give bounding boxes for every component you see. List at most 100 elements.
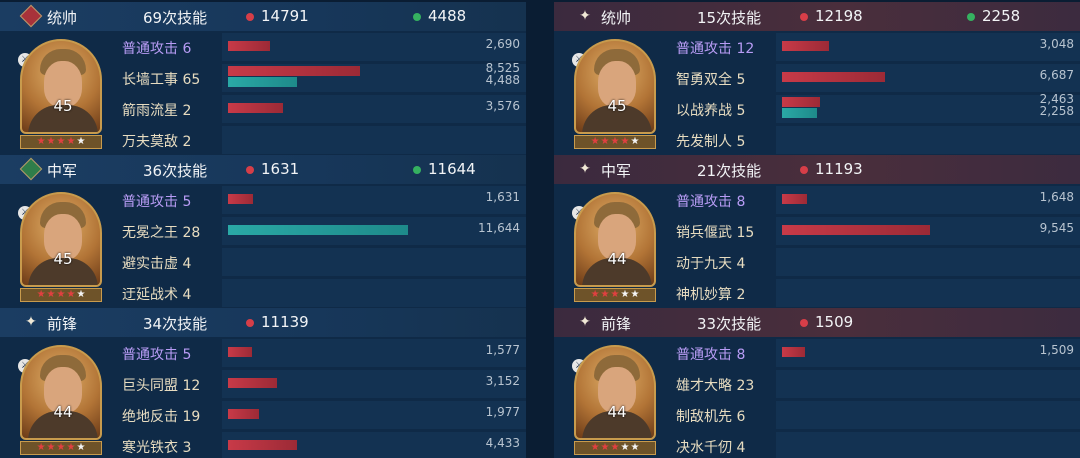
damage-bar (228, 66, 360, 76)
star-icon: ★ (36, 136, 46, 147)
hero-portrait[interactable]: 44 (20, 345, 102, 440)
skill-row: 先发制人 5 (666, 124, 1080, 155)
damage-total: 11193 (815, 160, 863, 178)
star-icon: ★ (620, 442, 630, 453)
skill-row: 制敌机先 6 (666, 399, 1080, 430)
skill-row: 以战养战 5 2,463 2,258 (666, 92, 1080, 124)
damage-bar (228, 41, 270, 51)
damage-bar (228, 194, 253, 204)
skill-row-background (776, 370, 1080, 398)
skill-row: 神机妙算 2 (666, 277, 1080, 308)
hero-card[interactable]: ⚔45★★★★★ (554, 31, 666, 155)
skill-name: 寒光铁衣 3 (122, 440, 192, 456)
star-icon: ★ (76, 136, 86, 147)
sparkle-badge-icon: ✦ (574, 311, 596, 333)
star-rating: ★ ★ ★ ★ ★ (574, 135, 656, 149)
heal-bar (782, 108, 817, 118)
skill-row-background (222, 126, 526, 154)
skill-row: 万夫莫敌 2 (112, 124, 526, 155)
damage-bar (228, 347, 252, 357)
skill-name: 制敌机先 6 (676, 409, 746, 425)
damage-total: 14791 (261, 7, 309, 25)
skill-name: 巨头同盟 12 (122, 378, 201, 394)
section-body: ⚔45★★★★★普通攻击 62,690长墙工事 658,5254,488箭雨流星… (0, 31, 526, 155)
damage-value: 3,152 (485, 374, 520, 388)
hero-level: 44 (53, 403, 73, 421)
sparkle-glyph: ✦ (579, 314, 591, 330)
damage-dot-icon (800, 319, 808, 327)
star-icon: ★ (56, 442, 66, 453)
hero-portrait[interactable]: 44 (574, 192, 656, 287)
damage-value: 3,048 (1039, 37, 1074, 51)
skill-row-background (776, 432, 1080, 458)
damage-bar (782, 194, 807, 204)
star-icon: ★ (590, 442, 600, 453)
skill-name: 箭雨流星 2 (122, 103, 192, 119)
skill-row: 普通攻击 5 1,577 (112, 337, 526, 368)
skill-row-background (776, 186, 1080, 214)
hero-portrait[interactable]: 45 (20, 192, 102, 287)
section-header: 中军 36次技能 1631 11644 (0, 155, 526, 184)
hero-level: 44 (607, 403, 627, 421)
heal-dot-icon (413, 13, 421, 21)
hero-card[interactable]: ⚔45★★★★★ (0, 184, 112, 308)
sparkle-glyph: ✦ (579, 161, 591, 177)
damage-total: 1509 (815, 313, 854, 331)
damage-value: 6,687 (1039, 68, 1074, 82)
damage-dot-icon (246, 319, 254, 327)
skill-row-background (222, 248, 526, 276)
role-name: 前锋 (601, 315, 632, 333)
skill-name: 销兵偃武 15 (676, 225, 755, 241)
star-icon: ★ (590, 136, 600, 147)
damage-dot-icon (800, 166, 808, 174)
hero-portrait[interactable]: 45 (574, 39, 656, 134)
skill-row-background (776, 95, 1080, 123)
skill-row: 智勇双全 5 6,687 (666, 62, 1080, 93)
diamond-shape (19, 4, 43, 28)
damage-bar (228, 103, 283, 113)
general-section: ✦中军21次技能11193⚔44★★★★★普通攻击 81,648销兵偃武 159… (554, 155, 1080, 308)
general-section: 统帅69次技能147914488⚔45★★★★★普通攻击 62,690长墙工事 … (0, 2, 526, 155)
damage-dot-icon (246, 13, 254, 21)
skill-row-background (222, 401, 526, 429)
hero-card[interactable]: ⚔44★★★★★ (554, 337, 666, 458)
hero-card[interactable]: ⚔44★★★★★ (0, 337, 112, 458)
diamond-badge-icon (19, 157, 43, 181)
hero-card[interactable]: ⚔44★★★★★ (554, 184, 666, 308)
skill-name: 普通攻击 5 (122, 347, 192, 363)
star-icon: ★ (610, 289, 620, 300)
star-rating: ★ ★ ★ ★ ★ (574, 441, 656, 455)
skill-row: 普通攻击 8 1,509 (666, 337, 1080, 368)
hero-portrait[interactable]: 44 (574, 345, 656, 440)
star-icon: ★ (66, 136, 76, 147)
star-icon: ★ (36, 442, 46, 453)
skill-count: 15次技能 (697, 9, 762, 27)
damage-dot-icon (246, 166, 254, 174)
star-icon: ★ (600, 442, 610, 453)
section-body: ⚔45★★★★★普通攻击 51,631无冕之王 2811,644避实击虚 4迂延… (0, 184, 526, 308)
skill-row: 寒光铁衣 3 4,433 (112, 430, 526, 458)
damage-value: 9,545 (1039, 221, 1074, 235)
star-icon: ★ (610, 442, 620, 453)
damage-dot-icon (800, 13, 808, 21)
damage-bar (782, 225, 930, 235)
section-header: ✦ 前锋 34次技能 11139 (0, 308, 526, 337)
hero-portrait[interactable]: 45 (20, 39, 102, 134)
skill-name: 神机妙算 2 (676, 287, 746, 303)
section-header: ✦ 前锋 33次技能 1509 (554, 308, 1080, 337)
skill-row: 普通攻击 8 1,648 (666, 184, 1080, 215)
heal-bar (228, 77, 297, 87)
damage-bar (228, 378, 277, 388)
role-name: 中军 (601, 162, 632, 180)
star-icon: ★ (630, 136, 640, 147)
hero-card[interactable]: ⚔45★★★★★ (0, 31, 112, 155)
diamond-shape (19, 157, 43, 181)
skill-name: 决水千仞 4 (676, 440, 746, 456)
skill-row-background (776, 401, 1080, 429)
star-icon: ★ (600, 136, 610, 147)
skill-row: 动于九天 4 (666, 246, 1080, 277)
sparkle-glyph: ✦ (579, 8, 591, 24)
damage-value: 4,433 (485, 436, 520, 450)
heal-dot-icon (413, 166, 421, 174)
skill-row: 无冕之王 28 11,644 (112, 215, 526, 246)
